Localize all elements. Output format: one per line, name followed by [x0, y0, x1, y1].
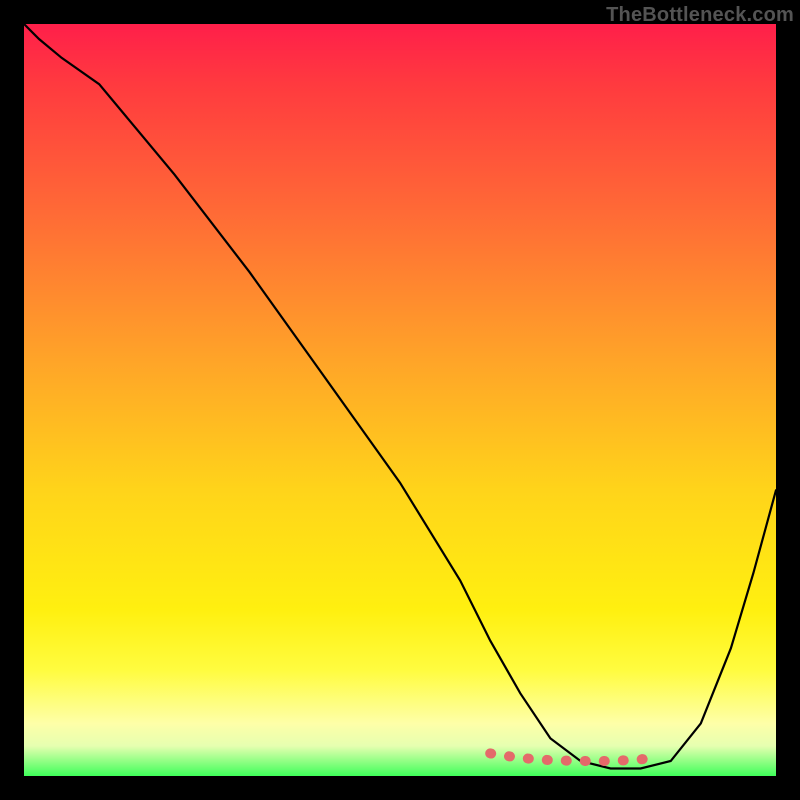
bottleneck-curve — [24, 24, 776, 769]
chart-frame: TheBottleneck.com — [0, 0, 800, 800]
plot-area — [24, 24, 776, 776]
chart-svg — [24, 24, 776, 776]
